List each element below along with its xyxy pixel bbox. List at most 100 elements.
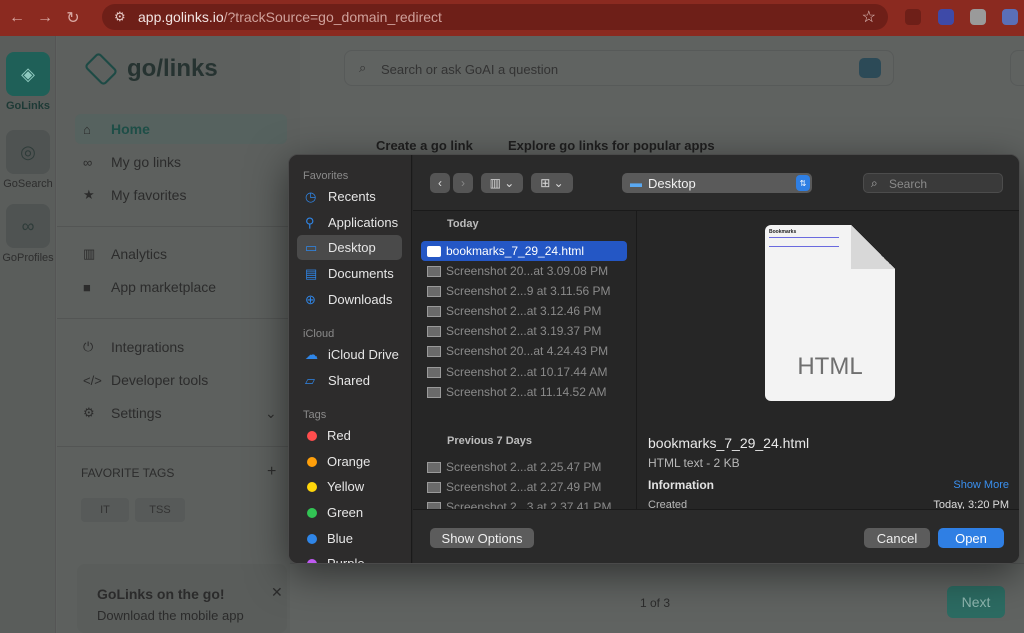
file-list: Today bookmarks_7_29_24.html Screenshot …	[413, 211, 637, 509]
file-row[interactable]: bookmarks_7_29_24.html	[421, 241, 627, 261]
file-name: Screenshot 2...at 3.12.46 PM	[446, 304, 602, 318]
tag-label: Blue	[327, 531, 354, 546]
tag-label: Purple	[327, 556, 365, 564]
product-rail: ◈ GoLinks ◎ GoSearch ∞ GoProfiles	[0, 36, 56, 633]
sidebar-item-desktop[interactable]: ▭ Desktop	[297, 235, 402, 260]
grid-view-icon[interactable]: ⊞ ⌄	[531, 173, 573, 193]
add-tag-plus-icon[interactable]: +	[267, 463, 276, 481]
forward-chevron-icon[interactable]: ›	[453, 173, 473, 193]
file-name: bookmarks_7_29_24.html	[446, 244, 585, 258]
image-file-icon	[427, 461, 441, 473]
tab-create-link[interactable]: Create a go link	[376, 138, 473, 153]
file-row[interactable]: Screenshot 2...3 at 2.37.41 PM	[421, 497, 627, 509]
tag-item-orange[interactable]: Orange	[297, 449, 402, 474]
tag-label: Green	[327, 505, 364, 520]
chart-icon: ▥	[83, 246, 96, 261]
image-file-icon	[427, 325, 441, 337]
home-icon: ⌂	[83, 121, 91, 137]
sidebar-item-my-favorites[interactable]: ★ My favorites	[83, 187, 186, 203]
show-options-button[interactable]: Show Options	[430, 528, 534, 548]
sidebar-item-app-marketplace[interactable]: ■ App marketplace	[83, 279, 216, 295]
column-view-icon[interactable]: ▥ ⌄	[481, 173, 523, 193]
brand-logo[interactable]: go/links	[81, 51, 218, 87]
site-settings-icon[interactable]: ⚙	[114, 9, 132, 25]
tag-chip[interactable]: IT	[81, 498, 129, 522]
folder-icon: ▬	[630, 176, 642, 190]
file-row[interactable]: Screenshot 2...at 3.19.37 PM	[421, 321, 627, 341]
sidebar-item-downloads[interactable]: ⊕ Downloads	[297, 287, 402, 312]
extension-icon[interactable]	[970, 9, 986, 25]
file-row[interactable]: Screenshot 2...at 10.17.44 AM	[421, 362, 627, 382]
file-row[interactable]: Screenshot 2...at 11.14.52 AM	[421, 382, 627, 402]
section-icloud: iCloud	[303, 328, 335, 340]
gosearch-logo-icon: ◎	[6, 130, 50, 174]
rail-item-gosearch[interactable]: ◎ GoSearch	[0, 130, 56, 190]
back-arrow-icon[interactable]: ←	[6, 7, 28, 29]
sidebar-item-home[interactable]: ⌂ Home	[83, 121, 150, 137]
forward-arrow-icon[interactable]: →	[34, 7, 56, 29]
file-row[interactable]: Screenshot 2...at 2.27.49 PM	[421, 477, 627, 497]
tab-explore-apps[interactable]: Explore go links for popular apps	[508, 138, 715, 153]
show-more-link[interactable]: Show More	[953, 479, 1009, 491]
rail-item-golinks[interactable]: ◈ GoLinks	[0, 52, 56, 112]
file-name: Screenshot 2...9 at 3.11.56 PM	[446, 284, 611, 298]
search-icon: ⌕	[871, 176, 878, 190]
location-popup[interactable]: ▬ Desktop ⇅	[622, 173, 812, 193]
close-icon[interactable]: ✕	[271, 584, 283, 601]
reload-icon[interactable]: ↻	[62, 7, 84, 29]
url-path: /?trackSource=go_domain_redirect	[223, 9, 442, 25]
file-row[interactable]: Screenshot 20...at 4.24.43 PM	[421, 341, 627, 361]
sidebar-item-label: Downloads	[328, 292, 393, 307]
ai-bot-icon[interactable]	[859, 58, 881, 78]
download-icon: ⊕	[305, 291, 316, 307]
sidebar-item-applications[interactable]: ⚲ Applications	[297, 210, 402, 235]
sidebar-item-analytics[interactable]: ▥ Analytics	[83, 246, 167, 262]
open-button[interactable]: Open	[938, 528, 1004, 548]
tag-label: Yellow	[327, 479, 365, 494]
sidebar-item-settings[interactable]: ⚙ Settings ⌄	[83, 405, 277, 421]
tag-item-purple[interactable]: Purple	[297, 551, 402, 564]
address-bar[interactable]: ⚙ app.golinks.io /?trackSource=go_domain…	[102, 4, 888, 30]
sidebar-item-documents[interactable]: ▤ Documents	[297, 261, 402, 286]
sidebar-item-shared[interactable]: ▱ Shared	[297, 368, 402, 393]
sidebar-item-my-go-links[interactable]: ∞ My go links	[83, 154, 181, 170]
sidebar-item-integrations[interactable]: ⏻ Integrations	[83, 339, 184, 355]
tag-chip[interactable]: TSS	[135, 498, 185, 522]
sidebar-item-developer-tools[interactable]: </> Developer tools	[83, 372, 208, 388]
extension-icon[interactable]	[905, 9, 921, 25]
chevron-down-icon: ⌄	[265, 405, 277, 421]
file-row[interactable]: Screenshot 2...at 2.25.47 PM	[421, 457, 627, 477]
sidebar-item-recents[interactable]: ◷ Recents	[297, 184, 402, 209]
divider	[57, 226, 300, 227]
tag-item-red[interactable]: Red	[297, 423, 402, 448]
tag-item-green[interactable]: Green	[297, 500, 402, 525]
golinks-logo-icon: ◈	[6, 52, 50, 96]
cancel-button[interactable]: Cancel	[864, 528, 930, 548]
bookmark-star-icon[interactable]: ☆	[862, 7, 876, 27]
section-favorites: Favorites	[303, 170, 349, 182]
tag-item-blue[interactable]: Blue	[297, 526, 402, 551]
extension-icon[interactable]	[1002, 9, 1018, 25]
code-icon: </>	[83, 372, 102, 388]
extension-icon[interactable]	[938, 9, 954, 25]
sidebar-item-label: Analytics	[111, 246, 168, 262]
file-row[interactable]: Screenshot 2...9 at 3.11.56 PM	[421, 281, 627, 301]
back-chevron-icon[interactable]: ‹	[430, 173, 450, 193]
dialog-search-input[interactable]: ⌕ Search	[863, 173, 1003, 193]
image-file-icon	[427, 501, 441, 509]
rail-item-goprofiles[interactable]: ∞ GoProfiles	[0, 204, 56, 264]
thumbnail-title: Bookmarks	[769, 229, 797, 235]
sidebar-item-icloud-drive[interactable]: ☁ iCloud Drive	[297, 342, 402, 367]
next-button[interactable]: Next	[947, 586, 1005, 618]
file-row[interactable]: Screenshot 2...at 3.12.46 PM	[421, 301, 627, 321]
sidebar-item-label: My go links	[111, 154, 182, 170]
tag-item-yellow[interactable]: Yellow	[297, 474, 402, 499]
preview-file-name: bookmarks_7_29_24.html	[648, 435, 810, 451]
account-button[interactable]	[1010, 50, 1024, 86]
location-label: Desktop	[648, 175, 696, 191]
sidebar-item-label: iCloud Drive	[328, 347, 399, 362]
file-name: Screenshot 20...at 3.09.08 PM	[446, 264, 609, 278]
search-input[interactable]: ⌕ Search or ask GoAI a question	[344, 50, 894, 86]
file-row[interactable]: Screenshot 20...at 3.09.08 PM	[421, 261, 627, 281]
promo-link[interactable]: Download the mobile app	[97, 608, 244, 623]
